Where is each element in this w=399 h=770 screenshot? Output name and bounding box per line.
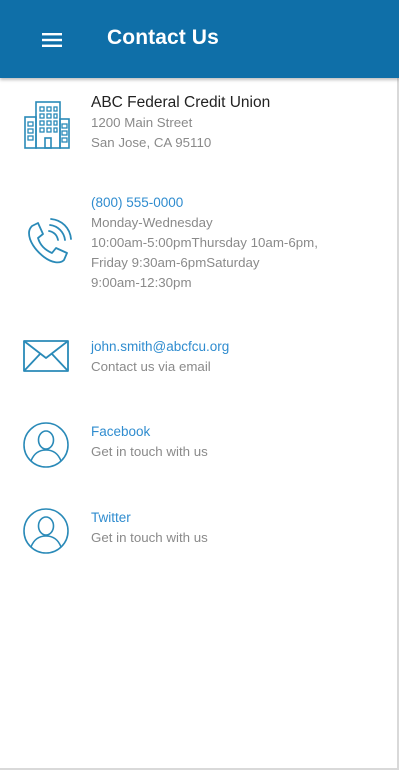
- menu-button[interactable]: [32, 24, 72, 56]
- email-link[interactable]: john.smith@abcfcu.org: [91, 337, 383, 357]
- page-title: Contact Us: [107, 26, 219, 49]
- twitter-link[interactable]: Twitter: [91, 508, 383, 528]
- person-circle-icon: [22, 421, 70, 474]
- building-icon: [22, 99, 72, 156]
- phone-row[interactable]: (800) 555-0000 Monday-Wednesday 10:00am-…: [0, 193, 399, 297]
- hours-line-2: 10:00am-5:00pmThursday 10am-6pm,: [91, 235, 318, 250]
- twitter-row[interactable]: Twitter Get in touch with us: [0, 508, 399, 558]
- address-line-1: 1200 Main Street: [91, 115, 193, 130]
- branch-row: ABC Federal Credit Union 1200 Main Stree…: [0, 93, 399, 163]
- phone-icon: [22, 217, 72, 274]
- person-circle-icon: [22, 507, 70, 560]
- hamburger-menu-icon: [42, 33, 62, 47]
- hours-line-1: Monday-Wednesday: [91, 215, 213, 230]
- email-row[interactable]: john.smith@abcfcu.org Contact us via ema…: [0, 337, 399, 383]
- email-caption: Contact us via email: [91, 359, 211, 374]
- branch-name: ABC Federal Credit Union: [91, 94, 271, 111]
- address-line-2: San Jose, CA 95110: [91, 135, 212, 150]
- twitter-caption: Get in touch with us: [91, 530, 208, 545]
- envelope-icon: [22, 339, 72, 378]
- phone-number-link[interactable]: (800) 555-0000: [91, 193, 383, 213]
- hours-line-4: 9:00am-12:30pm: [91, 275, 192, 290]
- hours-line-3: Friday 9:30am-6pmSaturday: [91, 255, 260, 270]
- facebook-link[interactable]: Facebook: [91, 422, 383, 442]
- facebook-row[interactable]: Facebook Get in touch with us: [0, 422, 399, 472]
- facebook-caption: Get in touch with us: [91, 444, 208, 459]
- app-bar: Contact Us: [0, 0, 399, 78]
